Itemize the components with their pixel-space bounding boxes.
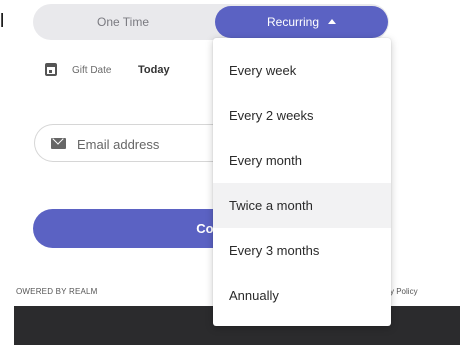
menu-item-every-3-months[interactable]: Every 3 months (213, 228, 391, 273)
menu-item-every-week[interactable]: Every week (213, 48, 391, 93)
one-time-label: One Time (96, 15, 150, 29)
recurring-label: Recurring (266, 15, 320, 29)
gift-date-value[interactable]: Today (138, 64, 170, 76)
menu-item-every-2-weeks[interactable]: Every 2 weeks (213, 93, 391, 138)
recurring-frequency-dropdown: Every week Every 2 weeks Every month Twi… (213, 38, 391, 326)
mail-icon (51, 138, 66, 149)
gift-date-label: Gift Date (72, 65, 112, 76)
powered-by-text: OWERED BY REALM (16, 287, 98, 296)
calendar-icon (45, 63, 57, 76)
menu-item-twice-a-month[interactable]: Twice a month (213, 183, 391, 228)
one-time-option[interactable]: One Time (33, 4, 213, 40)
left-edge-text: l (0, 11, 5, 32)
frequency-toggle: One Time Recurring (33, 4, 389, 40)
email-input[interactable] (75, 133, 219, 155)
caret-up-icon (328, 19, 337, 24)
email-field[interactable] (34, 124, 224, 162)
menu-item-every-month[interactable]: Every month (213, 138, 391, 183)
recurring-option[interactable]: Recurring (215, 6, 388, 38)
menu-item-annually[interactable]: Annually (213, 273, 391, 318)
privacy-policy-link[interactable]: y Policy (390, 287, 418, 296)
